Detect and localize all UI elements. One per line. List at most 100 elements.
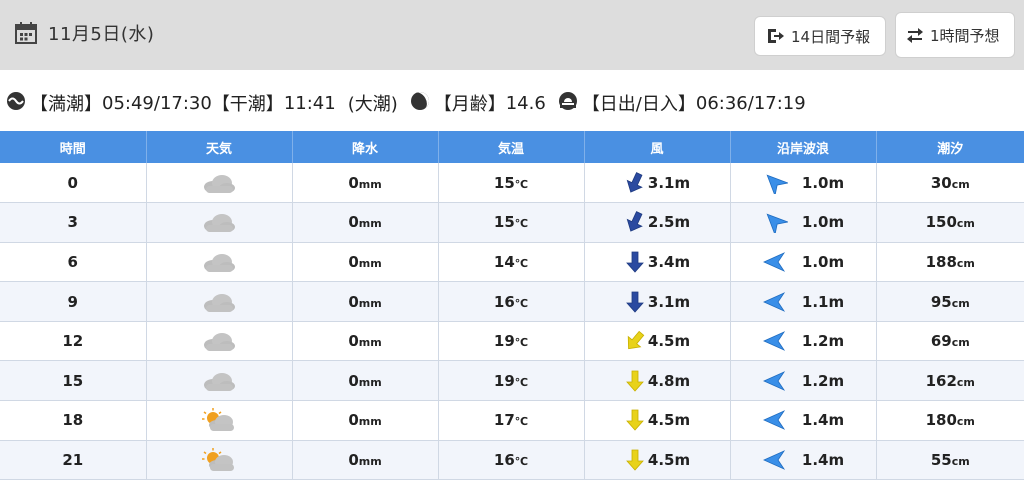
- cloudy-icon: [201, 329, 237, 353]
- wind-speed: 4.5m: [647, 332, 691, 351]
- cell-tide: 55cm: [876, 440, 1024, 480]
- tide-value: 30: [930, 173, 952, 192]
- tide-unit: cm: [956, 375, 975, 389]
- wave-height: 1.0m: [801, 173, 845, 192]
- wind-speed: 3.4m: [647, 252, 691, 271]
- rain-value: 0: [348, 173, 359, 192]
- cell-temperature: 15℃: [438, 202, 585, 243]
- temp-value: 14: [493, 252, 515, 271]
- cell-wind: 2.5m: [584, 202, 731, 243]
- time-value: 15: [62, 371, 84, 390]
- header-waves: 沿岸波浪: [730, 131, 877, 163]
- cell-weather: [146, 321, 293, 362]
- cell-precipitation: 0mm: [292, 242, 439, 283]
- tide-value: 95: [930, 292, 952, 311]
- wave-direction-arrow-icon: [762, 449, 788, 471]
- wind-direction-arrow-icon: [624, 329, 646, 353]
- wave-height: 1.4m: [801, 411, 845, 430]
- date-display: 11月5日(水): [14, 20, 154, 46]
- cell-tide: 30cm: [876, 163, 1024, 204]
- 1hour-label: 1時間予想: [930, 26, 1000, 45]
- rain-unit: mm: [358, 415, 382, 429]
- temp-value: 15: [493, 173, 515, 192]
- header-tide: 潮汐: [876, 131, 1024, 163]
- wind-speed: 4.5m: [647, 411, 691, 430]
- cell-precipitation: 0mm: [292, 202, 439, 243]
- temp-unit: ℃: [514, 454, 529, 468]
- tide-wave-icon: [6, 91, 26, 116]
- rain-unit: mm: [358, 336, 382, 350]
- cell-time: 3: [0, 202, 147, 243]
- rain-value: 0: [348, 450, 359, 469]
- 1hour-forecast-button[interactable]: 1時間予想: [895, 12, 1015, 58]
- cell-wind: 4.5m: [584, 440, 731, 480]
- cell-wind: 3.1m: [584, 163, 731, 204]
- cell-weather: [146, 400, 293, 441]
- cell-tide: 162cm: [876, 360, 1024, 402]
- cell-time: 18: [0, 400, 147, 441]
- cell-temperature: 16℃: [438, 440, 585, 480]
- top-bar: 11月5日(水) 14日間予報 1時間予想: [0, 0, 1024, 70]
- tide-unit: cm: [956, 217, 975, 231]
- cell-waves: 1.4m: [730, 440, 877, 480]
- tide-unit: cm: [956, 415, 975, 429]
- cell-time: 0: [0, 163, 147, 204]
- cell-temperature: 19℃: [438, 360, 585, 402]
- high-tide-value: 05:49/17:30: [102, 92, 212, 114]
- wave-direction-arrow-icon: [762, 291, 788, 313]
- low-tide-label: 【干潮】: [211, 94, 284, 115]
- cell-temperature: 14℃: [438, 242, 585, 283]
- temp-unit: ℃: [514, 217, 529, 231]
- cell-temperature: 17℃: [438, 400, 585, 441]
- header-precipitation: 降水: [292, 131, 439, 163]
- wind-direction-arrow-icon: [624, 408, 646, 432]
- rain-unit: mm: [358, 217, 382, 231]
- cell-precipitation: 0mm: [292, 163, 439, 204]
- 14day-forecast-button[interactable]: 14日間予報: [754, 16, 886, 56]
- table-row: 12 0mm 19℃ 4.5m 1.2m 69cm: [0, 321, 1024, 362]
- cell-wind: 3.4m: [584, 242, 731, 283]
- sun-cloud-icon: [201, 408, 237, 432]
- cell-weather: [146, 242, 293, 283]
- temp-value: 17: [493, 411, 515, 430]
- time-value: 3: [67, 213, 78, 232]
- time-value: 0: [67, 173, 78, 192]
- rain-value: 0: [348, 292, 359, 311]
- tide-value: 150: [925, 213, 957, 232]
- wave-height: 1.0m: [801, 213, 845, 232]
- wave-direction-arrow-icon: [762, 330, 788, 352]
- time-value: 21: [62, 450, 84, 469]
- cell-tide: 188cm: [876, 242, 1024, 283]
- cell-waves: 1.0m: [730, 202, 877, 243]
- table-header: 時間 天気 降水 気温 風 沿岸波浪 潮汐: [0, 131, 1024, 163]
- cell-precipitation: 0mm: [292, 440, 439, 480]
- wind-direction-arrow-icon: [624, 210, 646, 234]
- moon-age-label: 【月齢】: [433, 94, 506, 115]
- table-row: 9 0mm 16℃ 3.1m 1.1m 95cm: [0, 281, 1024, 322]
- wave-height: 1.4m: [801, 450, 845, 469]
- table-row: 6 0mm 14℃ 3.4m 1.0m 188cm: [0, 242, 1024, 283]
- wind-speed: 2.5m: [647, 213, 691, 232]
- tide-unit: cm: [951, 454, 970, 468]
- wave-height: 1.0m: [801, 252, 845, 271]
- tide-unit: cm: [951, 177, 970, 191]
- wind-speed: 4.8m: [647, 371, 691, 390]
- cloudy-icon: [201, 250, 237, 274]
- calendar-icon: [14, 21, 38, 45]
- wave-direction-arrow-icon: [762, 370, 788, 392]
- rain-value: 0: [348, 371, 359, 390]
- moon-age-value: 14.6: [505, 92, 546, 114]
- time-value: 6: [67, 252, 78, 271]
- wave-direction-arrow-icon: [762, 211, 788, 234]
- rain-value: 0: [348, 252, 359, 271]
- wave-direction-arrow-icon: [762, 172, 788, 194]
- cell-tide: 180cm: [876, 400, 1024, 441]
- low-tide-value: 11:41: [283, 92, 336, 114]
- wave-height: 1.2m: [801, 371, 845, 390]
- temp-unit: ℃: [514, 256, 529, 270]
- cell-temperature: 15℃: [438, 163, 585, 204]
- wave-height: 1.2m: [801, 332, 845, 351]
- header-wind: 風: [584, 131, 731, 163]
- temp-unit: ℃: [514, 296, 529, 310]
- temp-value: 19: [493, 371, 515, 390]
